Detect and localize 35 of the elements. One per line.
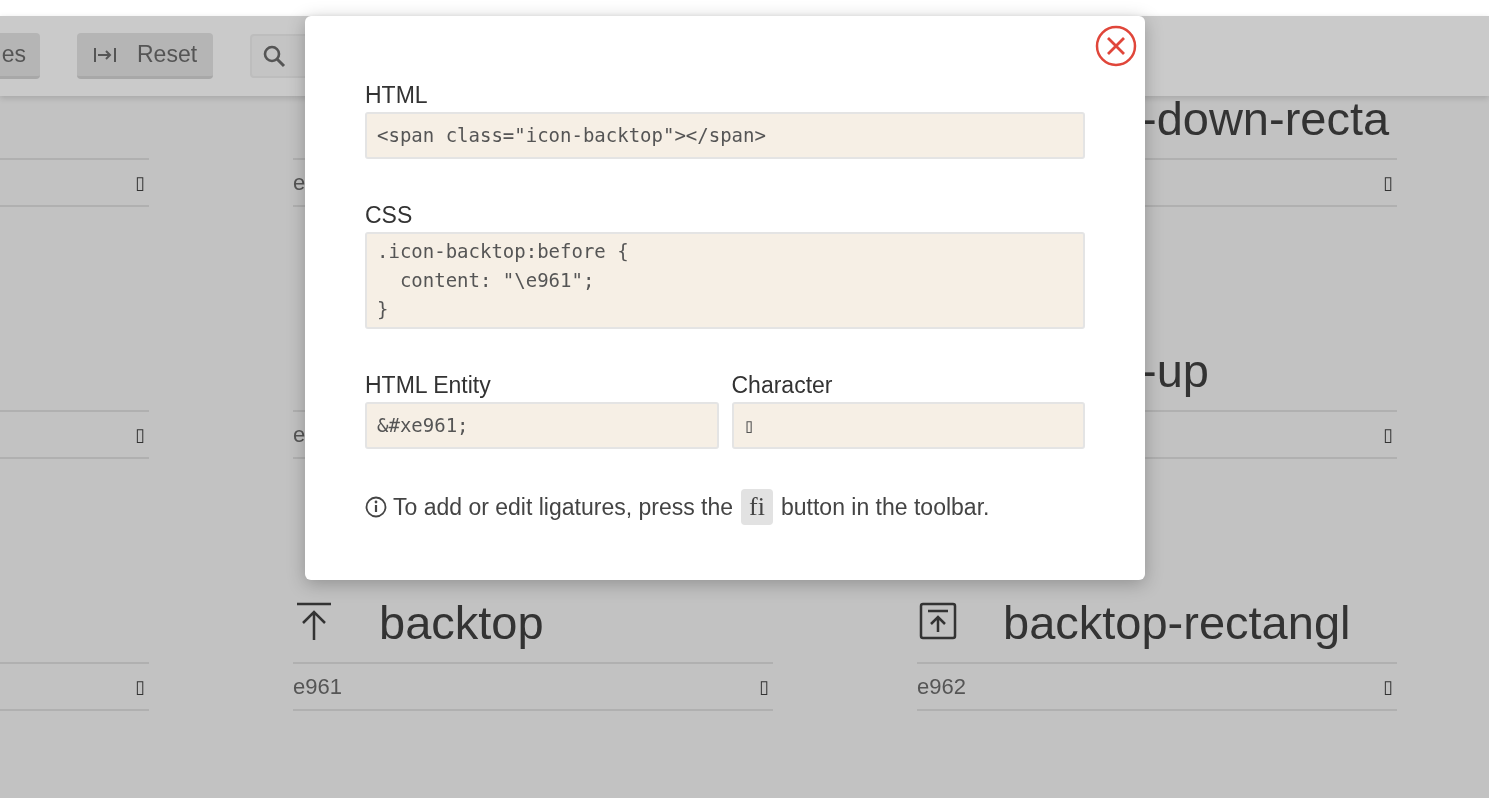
close-icon xyxy=(1095,25,1137,67)
icon-name: backtop-rectangl xyxy=(1003,594,1351,650)
info-text: button in the toolbar. xyxy=(781,493,990,521)
icon-name: -up xyxy=(1141,342,1209,398)
code-field[interactable]: ▯ xyxy=(731,402,1085,449)
icon-name: -down-recta xyxy=(1141,90,1390,146)
field-label: HTML xyxy=(365,81,429,110)
close-button[interactable] xyxy=(1095,25,1137,67)
tab-arrow-icon xyxy=(93,45,117,64)
glyph-preview: ▯ xyxy=(1383,424,1394,445)
glyph-preview: ▯ xyxy=(135,172,146,193)
code-field[interactable]: <span class="icon-backtop"></span> xyxy=(365,112,1085,159)
glyph-preview: ▯ xyxy=(759,676,770,697)
code-field[interactable]: .icon-backtop:before { content: "\e961"; } xyxy=(365,232,1085,329)
code-field[interactable]: &#xe961; xyxy=(365,402,719,449)
field-label: Character xyxy=(731,371,834,400)
ligature-key: fi xyxy=(741,489,773,525)
icon-name: backtop xyxy=(379,594,544,650)
info-icon xyxy=(365,496,387,518)
icon-code: e962 xyxy=(917,673,966,700)
arrow-up-box-icon xyxy=(919,602,957,642)
glyph-preview: ▯ xyxy=(1383,676,1394,697)
glyph-preview: ▯ xyxy=(135,676,146,697)
glyph-preview: ▯ xyxy=(135,424,146,445)
glyph-preview: ▯ xyxy=(1383,172,1394,193)
reset-button[interactable]: Reset xyxy=(77,33,214,79)
icon-code: e xyxy=(293,169,306,196)
field-label: CSS xyxy=(365,201,414,230)
toolbar-button[interactable]: es xyxy=(0,33,40,79)
search-icon xyxy=(262,44,287,68)
icon-code: e961 xyxy=(293,673,342,700)
icon-code: e xyxy=(293,421,306,448)
arrow-up-bar-icon xyxy=(295,602,333,642)
field-label: HTML Entity xyxy=(365,371,492,400)
info-text: To add or edit ligatures, press the xyxy=(393,493,734,521)
